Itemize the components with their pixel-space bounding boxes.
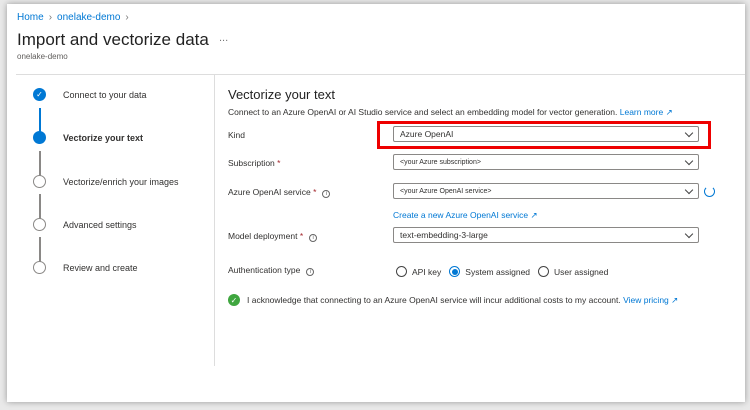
current-step-icon bbox=[33, 131, 46, 144]
pending-step-icon bbox=[33, 261, 46, 274]
pending-step-icon bbox=[33, 218, 46, 231]
breadcrumb-onelake-demo[interactable]: onelake-demo bbox=[57, 12, 120, 23]
radio-api-key[interactable] bbox=[396, 266, 407, 277]
service-value: <your Azure OpenAI service> bbox=[400, 187, 492, 195]
step-advanced-settings[interactable]: Advanced settings bbox=[33, 218, 137, 231]
section-title: Vectorize your text bbox=[228, 87, 335, 102]
service-label: Azure OpenAI service * i bbox=[228, 187, 331, 198]
model-label: Model deployment * i bbox=[228, 231, 318, 242]
step-label: Review and create bbox=[63, 262, 138, 273]
model-value: text-embedding-3-large bbox=[400, 230, 488, 240]
section-description: Connect to an Azure OpenAI or AI Studio … bbox=[228, 107, 673, 118]
breadcrumb-home[interactable]: Home bbox=[17, 12, 44, 23]
description-text: Connect to an Azure OpenAI or AI Studio … bbox=[228, 107, 618, 117]
acknowledge-text: I acknowledge that connecting to an Azur… bbox=[247, 295, 621, 305]
wizard-window: Home › onelake-demo › Import and vectorize … bbox=[7, 4, 745, 402]
checkmark-icon: ✓ bbox=[33, 88, 46, 101]
step-connect-data[interactable]: ✓ Connect to your data bbox=[33, 88, 147, 101]
subscription-dropdown[interactable]: <your Azure subscription> bbox=[393, 154, 699, 170]
chevron-down-icon bbox=[684, 185, 694, 194]
step-label: Vectorize/enrich your images bbox=[63, 176, 179, 187]
step-review-create[interactable]: Review and create bbox=[33, 261, 138, 274]
refresh-icon[interactable] bbox=[704, 186, 715, 197]
radio-label: User assigned bbox=[554, 266, 609, 277]
info-icon[interactable]: i bbox=[309, 234, 318, 242]
external-link-icon: ↗ bbox=[530, 210, 538, 220]
pending-step-icon bbox=[33, 175, 46, 188]
highlight-box bbox=[377, 121, 711, 149]
info-icon[interactable]: i bbox=[322, 190, 331, 198]
radio-label: System assigned bbox=[465, 266, 531, 277]
external-link-icon: ↗ bbox=[671, 294, 679, 305]
divider bbox=[16, 74, 745, 75]
step-connector bbox=[39, 194, 41, 220]
auth-radio-group: API key System assigned User assigned bbox=[396, 266, 616, 277]
create-service-link[interactable]: Create a new Azure OpenAI service ↗ bbox=[393, 210, 538, 221]
subscription-value: <your Azure subscription> bbox=[400, 158, 481, 166]
external-link-icon: ↗ bbox=[665, 107, 673, 117]
service-dropdown[interactable]: <your Azure OpenAI service> bbox=[393, 183, 699, 199]
learn-more-link[interactable]: Learn more ↗ bbox=[620, 107, 673, 117]
model-dropdown[interactable]: text-embedding-3-large bbox=[393, 227, 699, 243]
radio-user-assigned[interactable] bbox=[538, 266, 550, 277]
step-vectorize-images[interactable]: Vectorize/enrich your images bbox=[33, 175, 179, 188]
page-subtitle: onelake-demo bbox=[17, 52, 68, 61]
step-connector bbox=[39, 237, 41, 263]
acknowledge-row: ✓ I acknowledge that connecting to an Az… bbox=[228, 294, 678, 306]
chevron-down-icon bbox=[684, 156, 694, 165]
more-options-button[interactable]: ... bbox=[219, 32, 228, 44]
acknowledge-checkbox[interactable]: ✓ bbox=[228, 294, 240, 306]
step-label: Advanced settings bbox=[63, 219, 137, 230]
auth-label: Authentication type i bbox=[228, 265, 315, 276]
page-title: Import and vectorize data bbox=[17, 30, 209, 49]
view-pricing-link[interactable]: View pricing ↗ bbox=[623, 295, 678, 306]
chevron-right-icon: › bbox=[125, 12, 129, 23]
step-vectorize-text[interactable]: Vectorize your text bbox=[33, 131, 143, 144]
chevron-right-icon: › bbox=[48, 12, 53, 23]
chevron-down-icon bbox=[684, 229, 694, 238]
kind-label: Kind bbox=[228, 130, 246, 140]
radio-system-assigned[interactable] bbox=[449, 266, 461, 277]
subscription-label: Subscription * bbox=[228, 158, 281, 168]
step-label: Connect to your data bbox=[63, 89, 147, 100]
info-icon[interactable]: i bbox=[306, 268, 315, 276]
step-label: Vectorize your text bbox=[63, 132, 144, 143]
breadcrumb: Home › onelake-demo › bbox=[17, 12, 134, 23]
learn-more-text: Learn more bbox=[619, 107, 664, 117]
divider bbox=[214, 74, 215, 366]
step-connector bbox=[39, 151, 41, 177]
radio-label: API key bbox=[412, 266, 442, 277]
